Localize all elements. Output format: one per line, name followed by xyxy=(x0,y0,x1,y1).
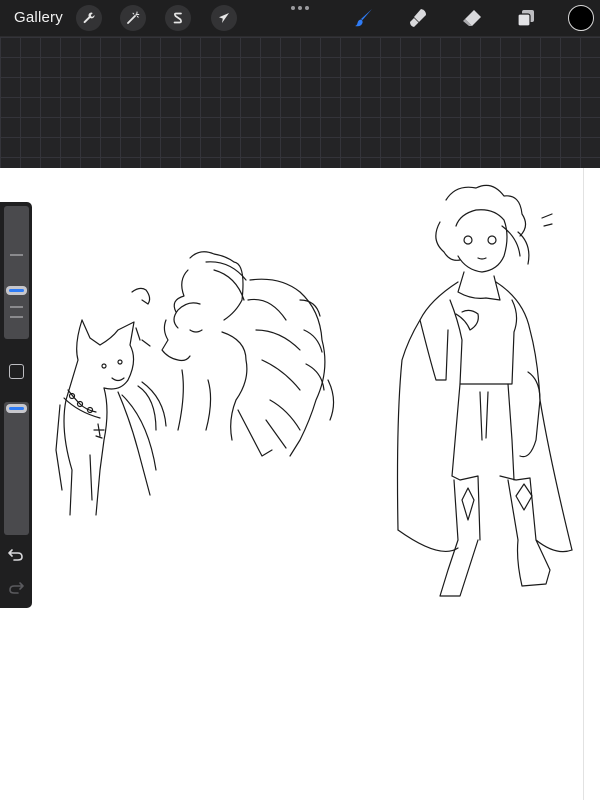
redo-icon[interactable] xyxy=(6,579,26,597)
smudge-icon[interactable] xyxy=(405,5,431,31)
brush-size-slider[interactable] xyxy=(4,206,29,339)
selection-s-icon[interactable] xyxy=(165,5,191,31)
opacity-thumb[interactable] xyxy=(6,404,27,413)
dot-icon xyxy=(298,6,302,10)
brush-size-thumb[interactable] xyxy=(6,286,27,295)
slider-tick xyxy=(10,306,23,308)
wrench-icon[interactable] xyxy=(76,5,102,31)
sketch-artwork xyxy=(55,184,573,597)
opacity-slider[interactable] xyxy=(4,402,29,535)
slider-tick xyxy=(10,254,23,256)
undo-icon[interactable] xyxy=(6,546,26,564)
dot-icon xyxy=(305,6,309,10)
dot-icon xyxy=(291,6,295,10)
fox-sketch xyxy=(55,319,167,516)
slider-tick xyxy=(10,316,23,318)
brush-sidebar xyxy=(0,202,32,608)
top-toolbar: Gallery xyxy=(0,0,600,37)
eraser-icon[interactable] xyxy=(459,5,485,31)
magic-wand-icon[interactable] xyxy=(120,5,146,31)
brush-icon[interactable] xyxy=(351,5,377,31)
square-icon[interactable] xyxy=(9,364,24,379)
color-swatch-button[interactable] xyxy=(568,5,594,31)
cursor-arrow-icon[interactable] xyxy=(211,5,237,31)
more-dots-icon[interactable] xyxy=(288,2,312,14)
gallery-button[interactable]: Gallery xyxy=(14,9,63,26)
layers-icon[interactable] xyxy=(513,5,539,31)
lion-sketch xyxy=(131,251,335,457)
workspace-background xyxy=(0,37,600,168)
character-sketch xyxy=(396,184,573,597)
